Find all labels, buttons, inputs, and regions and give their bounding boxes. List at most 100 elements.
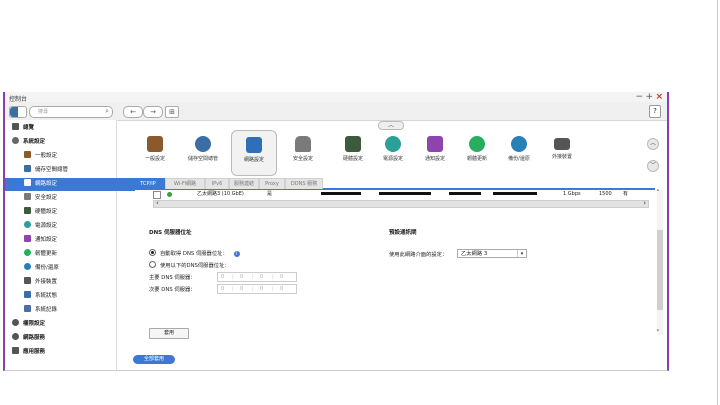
tab-service-binding[interactable]: 服務連結 <box>229 178 259 189</box>
sidebar-item-network-services[interactable]: 網路服務 <box>5 332 123 345</box>
network-icon <box>24 179 31 186</box>
horizontal-scrollbar[interactable]: ‹ › <box>153 199 649 208</box>
dns-manual-option[interactable]: 使用以下的DNS伺服器位址： <box>149 261 230 269</box>
minimize-icon[interactable]: − <box>635 92 643 102</box>
scroll-thumb[interactable] <box>657 230 663 310</box>
status-icon <box>24 291 31 298</box>
hardware-icon <box>24 207 31 214</box>
tab-ipv6[interactable]: IPv6 <box>205 178 229 189</box>
tab-ddns[interactable]: DDNS 服務 <box>285 178 323 189</box>
sidebar-item-overview[interactable]: 總覽 <box>5 122 123 135</box>
sidebar-item-backup[interactable]: 備份/還原 <box>5 262 135 275</box>
title-bar: 控制台 − + × <box>5 92 667 103</box>
external-device-icon <box>24 277 31 284</box>
sidebar: 總覽 系統設定 一般設定 儲存空間總管 網路設定 安全設定 硬體設定 電源設定 … <box>5 120 135 370</box>
forward-button[interactable]: → <box>143 106 163 118</box>
sidebar-item-system-settings[interactable]: 系統設定 <box>5 136 123 149</box>
icon-firmware[interactable]: 韌體更新 <box>455 134 499 174</box>
icon-hardware[interactable]: 硬體設定 <box>331 134 375 174</box>
apps-icon <box>12 347 19 354</box>
scroll-up-arrow-icon[interactable]: ˄ <box>656 189 660 197</box>
main-panel: ︿ 一般設定 儲存空間總管 網路設定 安全設定 硬體設定 電源設定 通知設定 韌… <box>117 120 667 370</box>
firmware-icon <box>24 249 31 256</box>
overview-icon <box>12 123 19 130</box>
maximize-icon[interactable]: + <box>645 92 653 102</box>
scroll-up-icon[interactable]: ︿ <box>647 138 659 150</box>
backup-icon <box>24 263 31 270</box>
scroll-left-icon[interactable]: ‹ <box>156 199 159 207</box>
view-toggle-button[interactable] <box>9 106 27 118</box>
sidebar-item-notification[interactable]: 通知設定 <box>5 234 135 247</box>
search-placeholder: 搜尋 <box>38 109 49 115</box>
sidebar-item-security[interactable]: 安全設定 <box>5 192 135 205</box>
status-dot-icon <box>167 192 172 197</box>
icon-general[interactable]: 一般設定 <box>133 134 177 174</box>
icon-backup[interactable]: 備份/還原 <box>497 134 541 174</box>
scroll-down-icon[interactable]: ﹀ <box>647 160 659 172</box>
dns-auto-radio[interactable] <box>149 249 156 256</box>
sidebar-item-external-device[interactable]: 外接裝置 <box>5 276 135 289</box>
scroll-right-icon[interactable]: › <box>643 199 646 207</box>
globe-icon <box>12 333 19 340</box>
search-icon: ⌕ <box>105 107 109 115</box>
control-panel-window: 控制台 − + × 搜尋 ⌕ ← → ⊞ ? 總覽 系統設定 一般設定 儲存空間… <box>3 92 669 371</box>
icon-security[interactable]: 安全設定 <box>281 134 325 174</box>
secondary-dns-input[interactable]: 0 | 0 | 0 | 0 <box>217 284 297 294</box>
vertical-scrollbar[interactable]: ˄ ˅ <box>656 189 663 337</box>
tab-bar: TCP/IP Wi-Fi網路 IPv6 服務連結 Proxy DDNS 服務 <box>131 178 655 190</box>
tab-tcpip[interactable]: TCP/IP <box>131 178 165 189</box>
toolbar: 搜尋 ⌕ ← → ⊞ ? <box>5 102 667 121</box>
settings-icon-strip: 一般設定 儲存空間總管 網路設定 安全設定 硬體設定 電源設定 通知設定 韌體更… <box>117 120 667 176</box>
icon-network[interactable]: 網路設定 <box>231 130 277 176</box>
search-input[interactable]: 搜尋 ⌕ <box>29 106 113 118</box>
icon-storage[interactable]: 儲存空間總管 <box>181 134 225 174</box>
adapter-extra: 有 <box>623 191 629 197</box>
sidebar-item-applications[interactable]: 應用服務 <box>5 346 123 359</box>
gateway-select-value: 乙太網路 3 <box>461 251 488 257</box>
info-icon[interactable]: i <box>233 251 240 257</box>
user-icon <box>12 319 19 326</box>
tab-wifi[interactable]: Wi-Fi網路 <box>165 178 205 189</box>
primary-dns-input[interactable]: 0 | 0 | 0 | 0 <box>217 272 297 282</box>
apply-button[interactable]: 套用 <box>149 328 189 339</box>
storage-icon <box>24 165 31 172</box>
gateway-label: 使用此網路介面的設定： <box>389 252 448 258</box>
tab-content: 乙太網路3 (10 GbE) 是 1 Gbps 1500 有 ‹ › ˄ ˅ D… <box>131 189 663 364</box>
grid-icon[interactable]: ⊞ <box>165 106 179 118</box>
chevron-down-icon: ▾ <box>517 250 526 257</box>
adapter-mtu: 1500 <box>599 191 612 197</box>
tab-proxy[interactable]: Proxy <box>259 178 285 189</box>
sidebar-item-privilege[interactable]: 權限設定 <box>5 318 123 331</box>
close-icon[interactable]: × <box>655 92 663 102</box>
back-button[interactable]: ← <box>123 106 143 118</box>
sidebar-item-network[interactable]: 網路設定 <box>5 178 135 191</box>
gateway-section-title: 預設通訊閘 <box>389 230 417 236</box>
page-edge-line <box>717 0 718 405</box>
gear-icon <box>12 137 19 144</box>
sidebar-item-general[interactable]: 一般設定 <box>5 150 135 163</box>
help-button[interactable]: ? <box>649 105 661 118</box>
gateway-select[interactable]: 乙太網路 3 ▾ <box>457 249 527 258</box>
notification-icon <box>24 235 31 242</box>
icon-external-device[interactable]: 外接裝置 <box>540 134 584 174</box>
apply-all-button[interactable]: 全部套用 <box>133 355 175 364</box>
general-icon <box>24 151 31 158</box>
dns-section-title: DNS 伺服器位址 <box>149 230 192 236</box>
sidebar-item-system-logs[interactable]: 系統記錄 <box>5 304 135 317</box>
sidebar-item-hardware[interactable]: 硬體設定 <box>5 206 135 219</box>
adapter-status: 是 <box>267 191 273 197</box>
scroll-down-arrow-icon[interactable]: ˅ <box>656 329 660 337</box>
icon-power[interactable]: 電源設定 <box>371 134 415 174</box>
sidebar-item-firmware[interactable]: 韌體更新 <box>5 248 135 261</box>
sidebar-item-system-status[interactable]: 系統狀態 <box>5 290 135 303</box>
dns-auto-option[interactable]: 自動取得 DNS 伺服器位址： i <box>149 249 240 257</box>
icon-notification[interactable]: 通知設定 <box>413 134 457 174</box>
adapter-speed: 1 Gbps <box>563 191 581 197</box>
dns-manual-radio[interactable] <box>149 261 156 268</box>
sidebar-item-power[interactable]: 電源設定 <box>5 220 135 233</box>
adapter-row[interactable]: 乙太網路3 (10 GbE) 是 1 Gbps 1500 有 <box>153 190 653 199</box>
adapter-name: 乙太網路3 (10 GbE) <box>197 191 244 197</box>
sidebar-item-storage[interactable]: 儲存空間總管 <box>5 164 135 177</box>
edit-icon[interactable] <box>153 191 161 199</box>
logs-icon <box>24 305 31 312</box>
